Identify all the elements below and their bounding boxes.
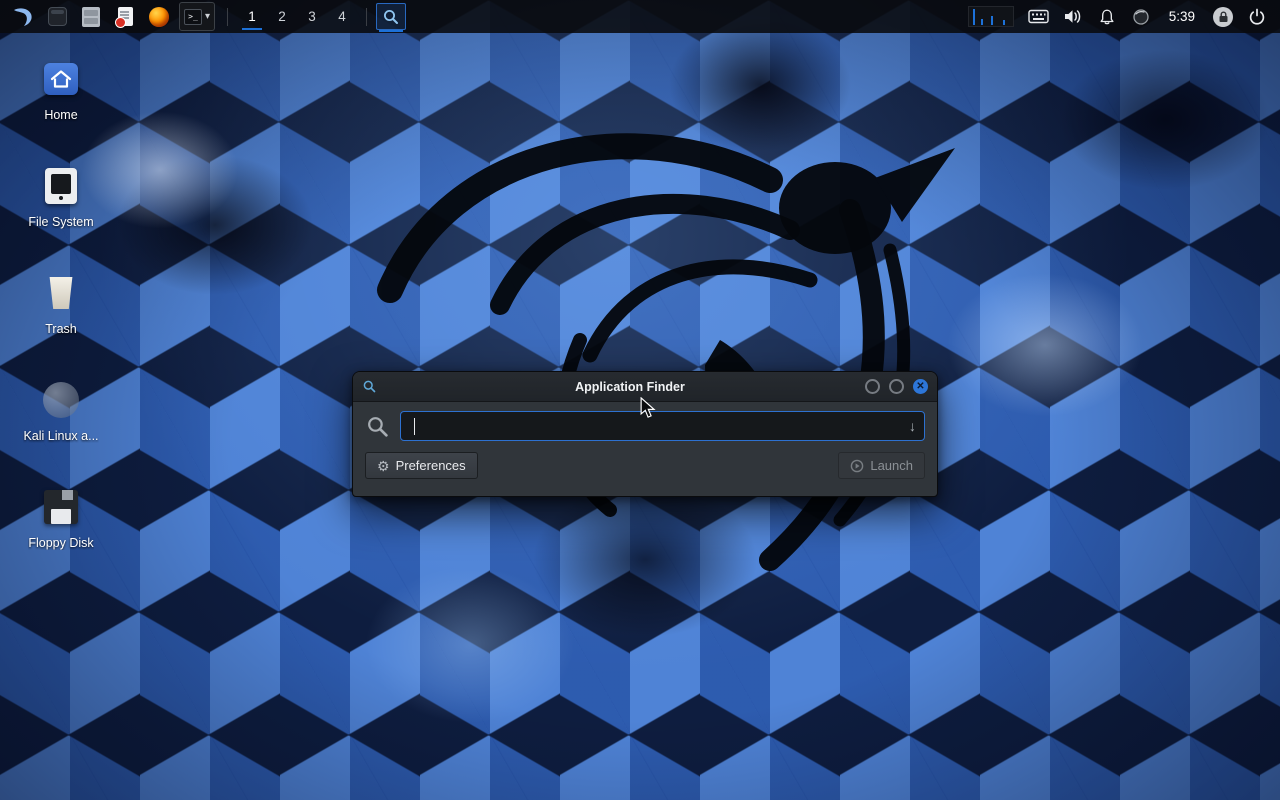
- terminal-icon: >_: [184, 9, 202, 25]
- desktop-icon-floppy[interactable]: Floppy Disk: [8, 476, 114, 583]
- search-input[interactable]: [401, 419, 924, 434]
- desktop-icon-trash[interactable]: Trash: [8, 262, 114, 369]
- bell-icon: [1098, 8, 1116, 26]
- window-controls: ✕: [865, 379, 928, 394]
- file-cabinet-icon: [82, 7, 100, 27]
- search-icon: [365, 414, 390, 439]
- panel-right: 5:39: [960, 0, 1274, 33]
- launch-label: Launch: [870, 458, 913, 473]
- launch-icon: [850, 459, 864, 473]
- window-icon: [48, 7, 67, 26]
- dropdown-arrow-icon[interactable]: ↓: [909, 418, 916, 434]
- globe-icon: [1132, 8, 1150, 26]
- close-button[interactable]: ✕: [913, 379, 928, 394]
- preferences-button[interactable]: ⚙ Preferences: [365, 452, 478, 479]
- workspace-1[interactable]: 1: [237, 2, 267, 31]
- document-icon: [118, 7, 133, 26]
- firefox-icon: [149, 7, 169, 27]
- separator: [227, 8, 228, 26]
- minimize-button[interactable]: [865, 379, 880, 394]
- workspace-3[interactable]: 3: [297, 2, 327, 31]
- close-icon: ✕: [916, 382, 924, 392]
- applications-menu-button[interactable]: [9, 2, 37, 31]
- lock-badge: [1213, 7, 1233, 27]
- kali-dragon-logo: [250, 90, 970, 590]
- chevron-down-icon[interactable]: ▾: [205, 12, 210, 22]
- lock-icon: [1218, 11, 1229, 23]
- firefox-launcher[interactable]: [145, 2, 173, 31]
- trash-icon: [46, 277, 76, 309]
- mouse-cursor: [638, 397, 657, 419]
- terminal-launcher[interactable]: >_ ▾: [179, 2, 215, 31]
- desktop-icon-filesystem[interactable]: File System: [8, 155, 114, 262]
- notifications[interactable]: [1093, 2, 1121, 31]
- panel-left: >_ ▾ 1 2 3 4: [6, 0, 406, 33]
- desktop-icon-label: Home: [44, 108, 77, 122]
- file-manager-launcher[interactable]: [77, 2, 105, 31]
- desktop-icon-kali-docs[interactable]: Kali Linux a...: [8, 369, 114, 476]
- desktop-icon-home[interactable]: Home: [8, 48, 114, 155]
- window-title: Application Finder: [413, 380, 847, 394]
- text-caret: [414, 418, 415, 435]
- maximize-button[interactable]: [889, 379, 904, 394]
- action-row: ⚙ Preferences Launch: [365, 452, 925, 479]
- search-icon: [382, 8, 400, 26]
- volume-control[interactable]: [1059, 2, 1087, 31]
- search-entry[interactable]: ↓: [400, 411, 925, 441]
- launch-button[interactable]: Launch: [838, 452, 925, 479]
- preferences-label: Preferences: [396, 458, 466, 473]
- keyboard-icon: [1028, 9, 1049, 24]
- workspace-2[interactable]: 2: [267, 2, 297, 31]
- screen-lock-indicator[interactable]: [1209, 2, 1237, 31]
- desktop-icon-column: Home File System Trash Kali Linux a... F…: [8, 48, 114, 583]
- keyboard-indicator[interactable]: [1025, 2, 1053, 31]
- graph-bar: [1003, 20, 1005, 25]
- power-icon: [1248, 8, 1266, 26]
- window-search-icon: [362, 379, 377, 394]
- speaker-icon: [1063, 8, 1082, 25]
- graph-bar: [973, 9, 975, 25]
- desktop: >_ ▾ 1 2 3 4: [0, 0, 1280, 800]
- desktop-icon-label: Kali Linux a...: [23, 429, 98, 443]
- workspace-4[interactable]: 4: [327, 2, 357, 31]
- system-monitor-graph[interactable]: [968, 6, 1014, 27]
- desktop-icon-label: File System: [28, 215, 93, 229]
- drive-icon: [45, 168, 77, 204]
- gear-icon: ⚙: [377, 459, 390, 473]
- kali-logo-icon: [11, 5, 35, 29]
- graph-bar: [991, 16, 993, 25]
- desktop-icon-label: Trash: [45, 322, 77, 336]
- session-logout-button[interactable]: [1243, 2, 1271, 31]
- graph-bar: [981, 19, 983, 25]
- application-finder-window: Application Finder ✕ ↓: [352, 371, 938, 497]
- clock[interactable]: 5:39: [1161, 2, 1203, 31]
- top-panel: >_ ▾ 1 2 3 4: [0, 0, 1280, 33]
- status-indicator[interactable]: [1127, 2, 1155, 31]
- text-editor-launcher[interactable]: [111, 2, 139, 31]
- floppy-disk-icon: [44, 490, 78, 524]
- kali-disc-icon: [43, 382, 79, 418]
- desktop-icon-label: Floppy Disk: [28, 536, 93, 550]
- home-icon: [44, 63, 78, 95]
- window-list-button[interactable]: [43, 2, 71, 31]
- separator: [366, 8, 367, 26]
- application-finder-launcher[interactable]: [376, 3, 406, 30]
